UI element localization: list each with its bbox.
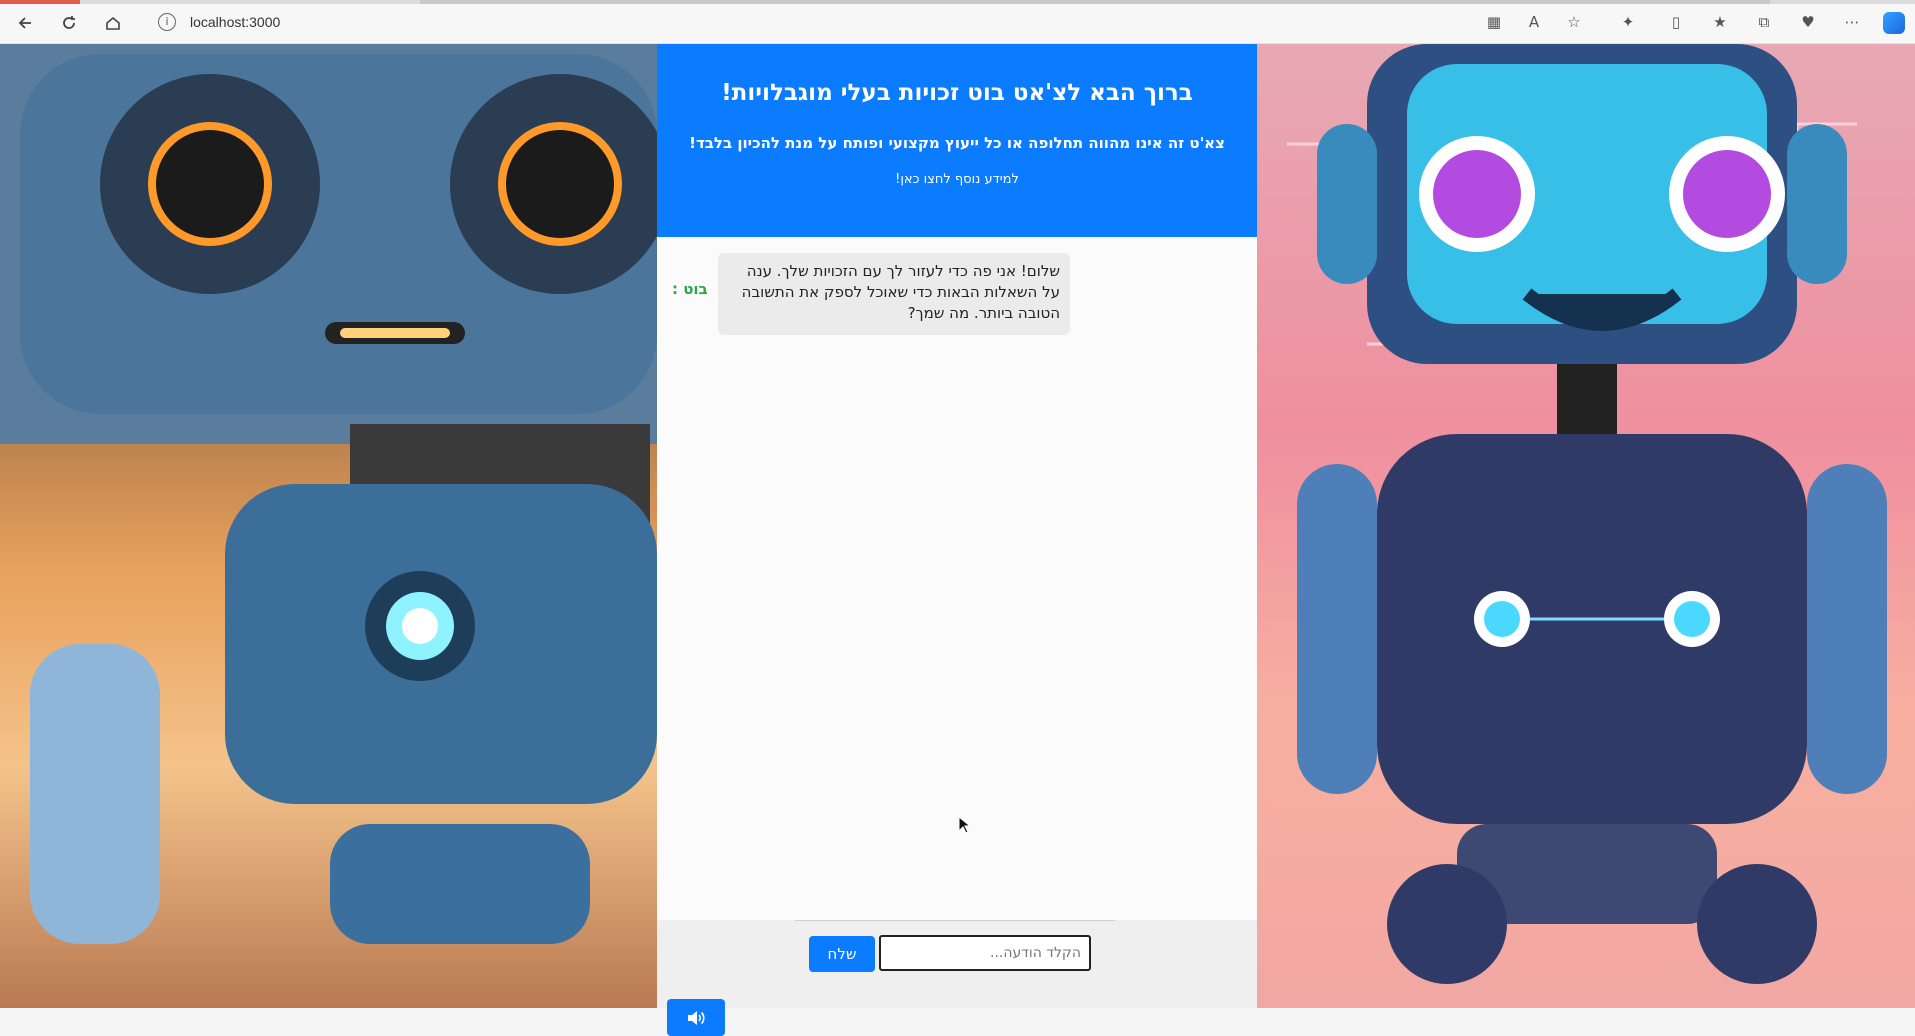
read-aloud-icon[interactable]: A [1524,12,1544,32]
collections-icon[interactable]: ⧉ [1754,12,1774,32]
chat-messages[interactable]: בוט : שלום! אני פה כדי לעזור לך עם הזכוי… [657,237,1257,920]
browser-toolbar: i localhost:3000 ▦ A ☆ ✦ ▯ ★ ⧉ ♥ ⋯ [0,0,1915,44]
extensions-icon[interactable]: ✦ [1618,12,1638,32]
mouse-cursor [958,815,972,838]
message-input[interactable] [879,935,1091,971]
disclaimer-text: צא'ט זה אינו מהווה תחלופה או כל ייעוץ מק… [689,134,1225,152]
robot-image-right [1257,44,1915,1008]
page-title: ברוך הבא לצ'אט בוט זכויות בעלי מוגבלויות… [721,80,1193,106]
back-icon[interactable] [12,10,38,36]
copilot-icon[interactable] [1883,12,1905,34]
message-input-bar: שלח [657,920,1257,1036]
split-screen-icon[interactable]: ▯ [1666,12,1686,32]
send-button[interactable]: שלח [809,936,875,972]
chat-header: ברוך הבא לצ'אט בוט זכויות בעלי מוגבלויות… [657,44,1257,237]
favorites-list-icon[interactable]: ★ [1710,12,1730,32]
reload-icon[interactable] [56,10,82,36]
more-icon[interactable]: ⋯ [1842,12,1862,32]
divider [795,920,1115,921]
browser-essentials-icon[interactable]: ♥ [1798,12,1818,32]
url-text[interactable]: localhost:3000 [190,14,280,30]
more-info-link[interactable]: למידע נוסף לחצו כאן! [657,172,1257,187]
address-bar[interactable]: i localhost:3000 [148,8,1578,36]
home-icon[interactable] [100,10,126,36]
robot-image-left [0,44,657,1008]
tab-area[interactable] [420,0,1770,4]
active-tab-indicator[interactable] [0,0,80,4]
message-sender: בוט : [672,280,708,298]
speaker-button[interactable] [667,999,725,1036]
favorite-icon[interactable]: ☆ [1564,12,1584,32]
info-icon[interactable]: i [158,13,176,31]
apps-icon[interactable]: ▦ [1484,12,1504,32]
bot-message: שלום! אני פה כדי לעזור לך עם הזכויות שלך… [718,253,1070,335]
tab-strip [0,0,1915,4]
page-viewport: ברוך הבא לצ'אט בוט זכויות בעלי מוגבלויות… [0,44,1915,1036]
speaker-icon [686,1007,706,1028]
chat-panel: ברוך הבא לצ'אט בוט זכויות בעלי מוגבלויות… [657,44,1257,1036]
